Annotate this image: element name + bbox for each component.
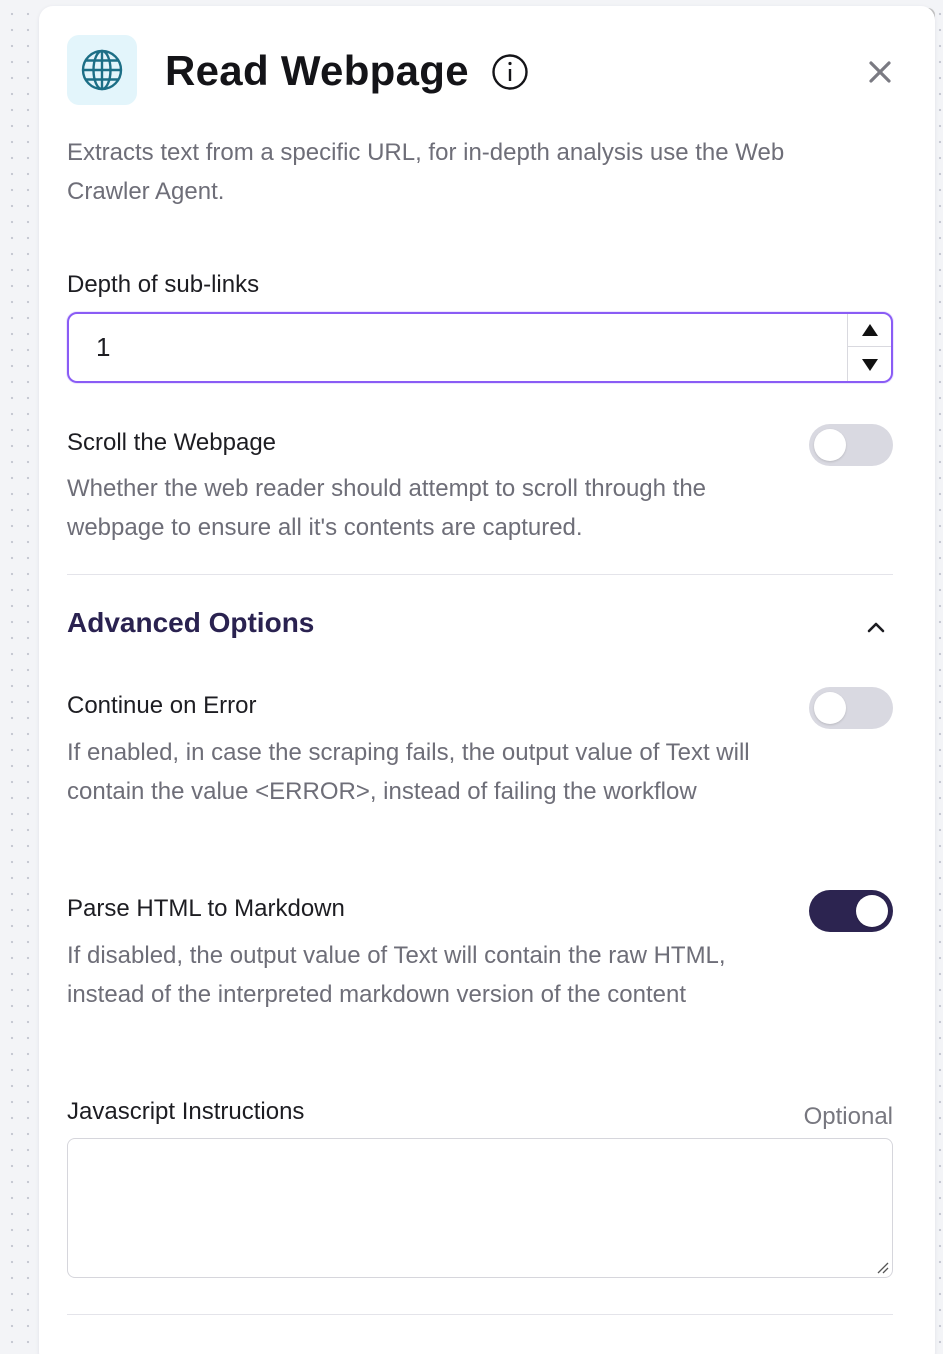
depth-value: 1 (96, 332, 111, 362)
depth-label: Depth of sub-links (67, 271, 260, 298)
parse-html-toggle[interactable] (809, 890, 893, 932)
scroll-help-text: Whether the web reader should attempt to… (67, 475, 707, 541)
scroll-toggle[interactable] (809, 424, 893, 466)
panel-header: Read Webpage (67, 35, 895, 105)
parse-html-label: Parse HTML to Markdown (67, 895, 345, 922)
panel-title: Read Webpage (165, 47, 469, 94)
app-icon-tile (67, 35, 137, 105)
section-divider (67, 574, 893, 575)
depth-stepper (847, 314, 891, 381)
toggle-knob (814, 692, 846, 724)
info-icon[interactable] (491, 53, 529, 91)
js-instructions-label: Javascript Instructions (67, 1098, 305, 1125)
continue-on-error-label: Continue on Error (67, 692, 257, 719)
continue-on-error-help-text: If enabled, in case the scraping fails, … (67, 739, 750, 805)
continue-on-error-toggle[interactable] (809, 687, 893, 729)
footer-divider (67, 1314, 893, 1315)
advanced-options-title[interactable]: Advanced Options (67, 607, 314, 639)
read-webpage-panel: Read Webpage Extracts text from a specif… (39, 6, 935, 1354)
decrement-button[interactable] (848, 348, 891, 381)
optional-label: Optional (803, 1103, 893, 1130)
toggle-knob (814, 429, 846, 461)
close-icon[interactable] (865, 57, 895, 87)
scroll-label: Scroll the Webpage (67, 429, 277, 456)
increment-button[interactable] (848, 314, 891, 347)
resize-grip-icon[interactable] (875, 1260, 889, 1274)
parse-html-help-text: If disabled, the output value of Text wi… (67, 942, 726, 1008)
globe-icon (81, 49, 123, 91)
panel-description: Extracts text from a specific URL, for i… (67, 139, 785, 205)
triangle-down-icon (861, 358, 878, 371)
chevron-up-icon[interactable] (861, 612, 891, 642)
toggle-knob (856, 895, 888, 927)
triangle-up-icon (861, 324, 878, 336)
depth-number-input[interactable]: 1 (67, 312, 893, 383)
js-instructions-textarea[interactable] (67, 1138, 893, 1278)
